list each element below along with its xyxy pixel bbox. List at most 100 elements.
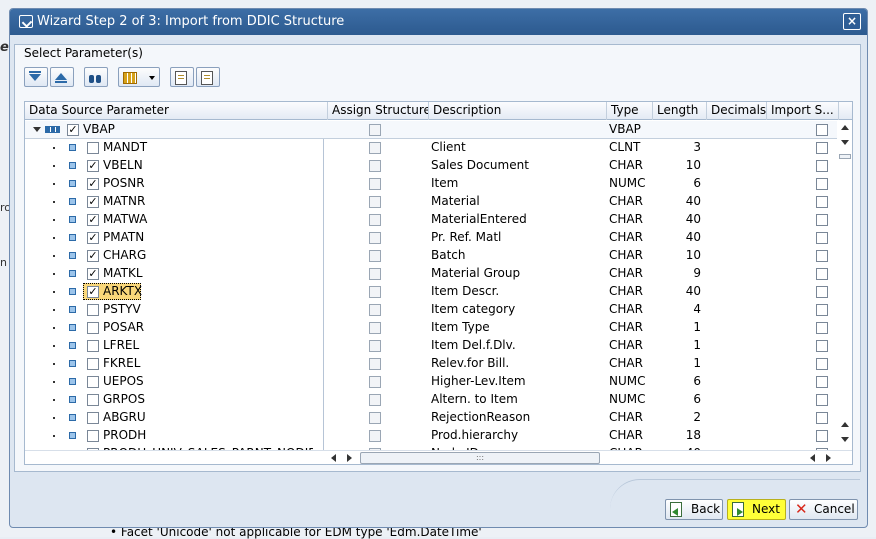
import-structure-checkbox[interactable] <box>816 232 828 244</box>
assign-structure-checkbox[interactable] <box>369 196 381 208</box>
assign-structure-checkbox[interactable] <box>369 322 381 334</box>
column-header-import-structure[interactable]: Import S... <box>767 102 839 120</box>
back-button[interactable]: Back <box>665 499 723 520</box>
field-checkbox[interactable] <box>87 250 99 262</box>
horizontal-scrollbar[interactable]: ::: <box>25 450 852 464</box>
table-row[interactable]: PSTYV Item category CHAR 4 <box>25 301 839 319</box>
find-button[interactable] <box>84 67 108 87</box>
import-structure-checkbox[interactable] <box>816 142 828 154</box>
horizontal-scroll-thumb[interactable]: ::: <box>360 452 600 464</box>
import-structure-checkbox[interactable] <box>816 250 828 262</box>
table-row[interactable]: MATKL Material Group CHAR 9 <box>25 265 839 283</box>
assign-structure-checkbox[interactable] <box>369 286 381 298</box>
import-structure-checkbox[interactable] <box>816 286 828 298</box>
field-checkbox[interactable] <box>87 268 99 280</box>
import-structure-checkbox[interactable] <box>816 196 828 208</box>
root-checkbox[interactable] <box>67 124 79 136</box>
column-header-description[interactable]: Description <box>429 102 607 120</box>
column-header-type[interactable]: Type <box>607 102 653 120</box>
assign-structure-checkbox[interactable] <box>369 394 381 406</box>
table-row-root[interactable]: VBAP VBAP <box>25 121 839 139</box>
import-structure-checkbox[interactable] <box>816 304 828 316</box>
vertical-scrollbar[interactable] <box>837 121 852 451</box>
table-row[interactable]: GRPOS Altern. to Item NUMC 6 <box>25 391 839 409</box>
scroll-down-icon[interactable] <box>841 140 849 145</box>
scroll-down-icon[interactable] <box>841 437 849 442</box>
scroll-right-icon[interactable] <box>826 454 831 462</box>
assign-structure-checkbox[interactable] <box>369 376 381 388</box>
table-row[interactable]: MATNR Material CHAR 40 <box>25 193 839 211</box>
field-checkbox[interactable] <box>87 178 99 190</box>
table-row[interactable]: ARKTX Item Descr. CHAR 40 <box>25 283 839 301</box>
assign-structure-checkbox[interactable] <box>369 268 381 280</box>
layout-menu-button[interactable] <box>118 67 160 87</box>
scroll-left-icon[interactable] <box>331 454 336 462</box>
collapse-all-button[interactable] <box>50 67 74 87</box>
scroll-left-icon[interactable] <box>810 454 815 462</box>
table-row[interactable]: UEPOS Higher-Lev.Item NUMC 6 <box>25 373 839 391</box>
import-structure-checkbox[interactable] <box>816 412 828 424</box>
table-row[interactable]: FKREL Relev.for Bill. CHAR 1 <box>25 355 839 373</box>
import-structure-checkbox[interactable] <box>816 394 828 406</box>
table-row[interactable]: MATWA MaterialEntered CHAR 40 <box>25 211 839 229</box>
assign-structure-checkbox[interactable] <box>369 358 381 370</box>
assign-structure-checkbox[interactable] <box>369 340 381 352</box>
cancel-button[interactable]: ✕ Cancel <box>789 499 858 520</box>
table-row[interactable]: PMATN Pr. Ref. Matl CHAR 40 <box>25 229 839 247</box>
table-row[interactable]: ABGRU RejectionReason CHAR 2 <box>25 409 839 427</box>
table-row[interactable]: POSAR Item Type CHAR 1 <box>25 319 839 337</box>
import-structure-checkbox[interactable] <box>816 322 828 334</box>
column-header-length[interactable]: Length <box>653 102 707 120</box>
scroll-right-icon[interactable] <box>347 454 352 462</box>
field-checkbox[interactable] <box>87 358 99 370</box>
import-structure-checkbox[interactable] <box>816 340 828 352</box>
field-checkbox[interactable] <box>87 376 99 388</box>
field-checkbox[interactable] <box>87 304 99 316</box>
field-checkbox[interactable] <box>87 340 99 352</box>
table-row[interactable]: MANDT Client CLNT 3 <box>25 139 839 157</box>
assign-structure-checkbox[interactable] <box>369 124 381 136</box>
assign-structure-checkbox[interactable] <box>369 214 381 226</box>
collapse-node-icon[interactable] <box>33 127 41 132</box>
import-structure-checkbox[interactable] <box>816 376 828 388</box>
field-checkbox[interactable] <box>87 322 99 334</box>
field-checkbox[interactable] <box>87 160 99 172</box>
column-header-assign-structure[interactable]: Assign Structure <box>328 102 429 120</box>
import-structure-checkbox[interactable] <box>816 268 828 280</box>
scroll-up-icon[interactable] <box>841 125 849 130</box>
assign-structure-checkbox[interactable] <box>369 232 381 244</box>
expand-all-button[interactable] <box>24 67 48 87</box>
assign-structure-checkbox[interactable] <box>369 250 381 262</box>
table-row[interactable]: CHARG Batch CHAR 10 <box>25 247 839 265</box>
import-structure-checkbox[interactable] <box>816 124 828 136</box>
import-structure-checkbox[interactable] <box>816 160 828 172</box>
import-structure-checkbox[interactable] <box>816 358 828 370</box>
table-row[interactable]: LFREL Item Del.f.Dlv. CHAR 1 <box>25 337 839 355</box>
import-structure-checkbox[interactable] <box>816 430 828 442</box>
assign-structure-checkbox[interactable] <box>369 430 381 442</box>
import-structure-checkbox[interactable] <box>816 214 828 226</box>
table-row[interactable]: PRODH Prod.hierarchy CHAR 18 <box>25 427 839 445</box>
assign-structure-checkbox[interactable] <box>369 142 381 154</box>
field-checkbox[interactable] <box>87 214 99 226</box>
select-all-button[interactable] <box>170 67 194 87</box>
assign-structure-checkbox[interactable] <box>369 412 381 424</box>
field-checkbox[interactable] <box>87 286 99 298</box>
close-button[interactable]: × <box>843 13 861 30</box>
column-header-data-source-parameter[interactable]: Data Source Parameter <box>25 102 328 120</box>
scroll-up-icon[interactable] <box>841 422 849 427</box>
vertical-scroll-thumb[interactable] <box>839 154 851 159</box>
import-structure-checkbox[interactable] <box>816 178 828 190</box>
field-checkbox[interactable] <box>87 394 99 406</box>
field-checkbox[interactable] <box>87 196 99 208</box>
next-button[interactable]: Next <box>727 499 786 520</box>
deselect-all-button[interactable] <box>196 67 220 87</box>
assign-structure-checkbox[interactable] <box>369 178 381 190</box>
field-checkbox[interactable] <box>87 142 99 154</box>
field-checkbox[interactable] <box>87 412 99 424</box>
column-header-decimals[interactable]: Decimals <box>707 102 767 120</box>
field-checkbox[interactable] <box>87 430 99 442</box>
assign-structure-checkbox[interactable] <box>369 160 381 172</box>
assign-structure-checkbox[interactable] <box>369 304 381 316</box>
table-row[interactable]: VBELN Sales Document CHAR 10 <box>25 157 839 175</box>
